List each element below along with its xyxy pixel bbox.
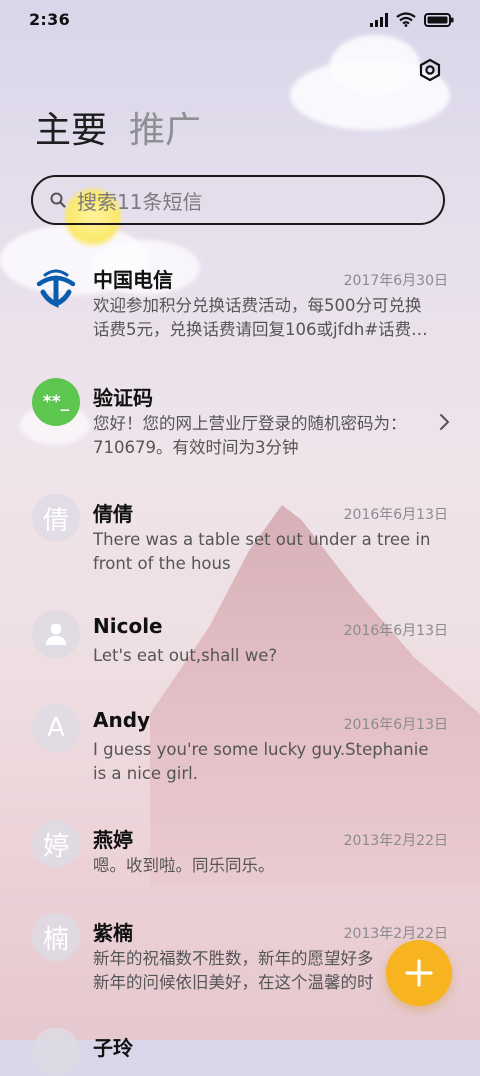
contact-name: 验证码 [93,386,153,410]
conversation-row[interactable]: 倩 倩倩 2016年6月13日 There was a table set ou… [0,494,480,594]
message-date: 2013年2月22日 [343,833,448,849]
contact-avatar: A [32,704,80,752]
battery-icon [424,12,454,27]
message-preview-line: Let's eat out,shall we? [93,646,278,665]
tab-promotions[interactable]: 推广 [129,108,201,154]
settings-button[interactable] [414,54,446,86]
new-message-button[interactable] [386,940,452,1006]
wifi-icon [396,12,416,27]
search-icon [50,192,66,208]
message-date: 2016年6月13日 [343,507,448,523]
message-preview-line: 新年的祝福数不胜数，新年的愿望好多 [93,949,374,968]
search-bar[interactable]: 搜索11条短信 [31,175,445,225]
conversation-row[interactable]: A Andy 2016年6月13日 I guess you're some lu… [0,704,480,804]
settings-hexagon-icon [419,58,441,82]
message-preview-line: is a nice girl. [93,764,198,783]
message-date: 2016年6月13日 [343,717,448,733]
conversation-row[interactable]: 中国电信 2017年6月30日 欢迎参加积分兑换话费活动，每500分可兑换 话费… [0,260,480,360]
contact-name: 子玲 [93,1036,133,1060]
chevron-right-icon[interactable] [437,412,451,432]
verification-avatar: **_ [32,378,80,426]
message-date: 2017年6月30日 [343,273,448,289]
message-preview-line: 您好！您的网上营业厅登录的随机密码为： [93,414,407,433]
contact-avatar: 婷 [32,820,80,868]
contact-avatar [32,1028,80,1076]
conversation-row[interactable]: **_ 验证码 您好！您的网上营业厅登录的随机密码为： 710679。有效时间为… [0,378,480,478]
message-preview-line: 710679。有效时间为3分钟 [93,438,299,457]
status-bar: 2:36 [0,0,480,40]
message-preview-line: 话费5元，兑换话费请回复106或jfdh#话费… [93,320,428,339]
message-date: 2013年2月22日 [343,926,448,942]
message-preview-line: 新年的问候依旧美好，在这个温馨的时 [93,973,374,992]
contact-name: 中国电信 [93,268,173,292]
contact-name: 燕婷 [93,828,133,852]
tab-bar: 主要 推广 [35,108,201,154]
person-icon [32,610,80,658]
message-preview-line: front of the hous [93,554,231,573]
contact-name: Andy [93,708,151,732]
status-icons [370,12,454,27]
conversation-row[interactable]: Nicole 2016年6月13日 Let's eat out,shall we… [0,610,480,690]
message-preview-line: There was a table set out under a tree i… [93,530,431,549]
message-date: 2016年6月13日 [343,623,448,639]
plus-icon [405,959,433,987]
message-preview-line: 嗯。收到啦。同乐同乐。 [93,856,275,875]
conversation-row[interactable]: 子玲 [0,1028,480,1076]
message-preview-line: 欢迎参加积分兑换话费活动，每500分可兑换 [93,296,422,315]
tab-primary[interactable]: 主要 [35,108,107,154]
contact-name: 紫楠 [93,921,133,945]
contact-name: Nicole [93,614,163,638]
contact-avatar: 倩 [32,494,80,542]
contact-name: 倩倩 [93,502,133,526]
conversation-row[interactable]: 婷 燕婷 2013年2月22日 嗯。收到啦。同乐同乐。 [0,820,480,900]
status-time: 2:36 [29,10,70,29]
contact-avatar: 楠 [32,913,80,961]
search-placeholder: 搜索11条短信 [77,189,203,214]
signal-icon [370,12,388,27]
china-telecom-logo-icon [32,264,80,312]
message-preview-line: I guess you're some lucky guy.Stephanie [93,740,429,759]
